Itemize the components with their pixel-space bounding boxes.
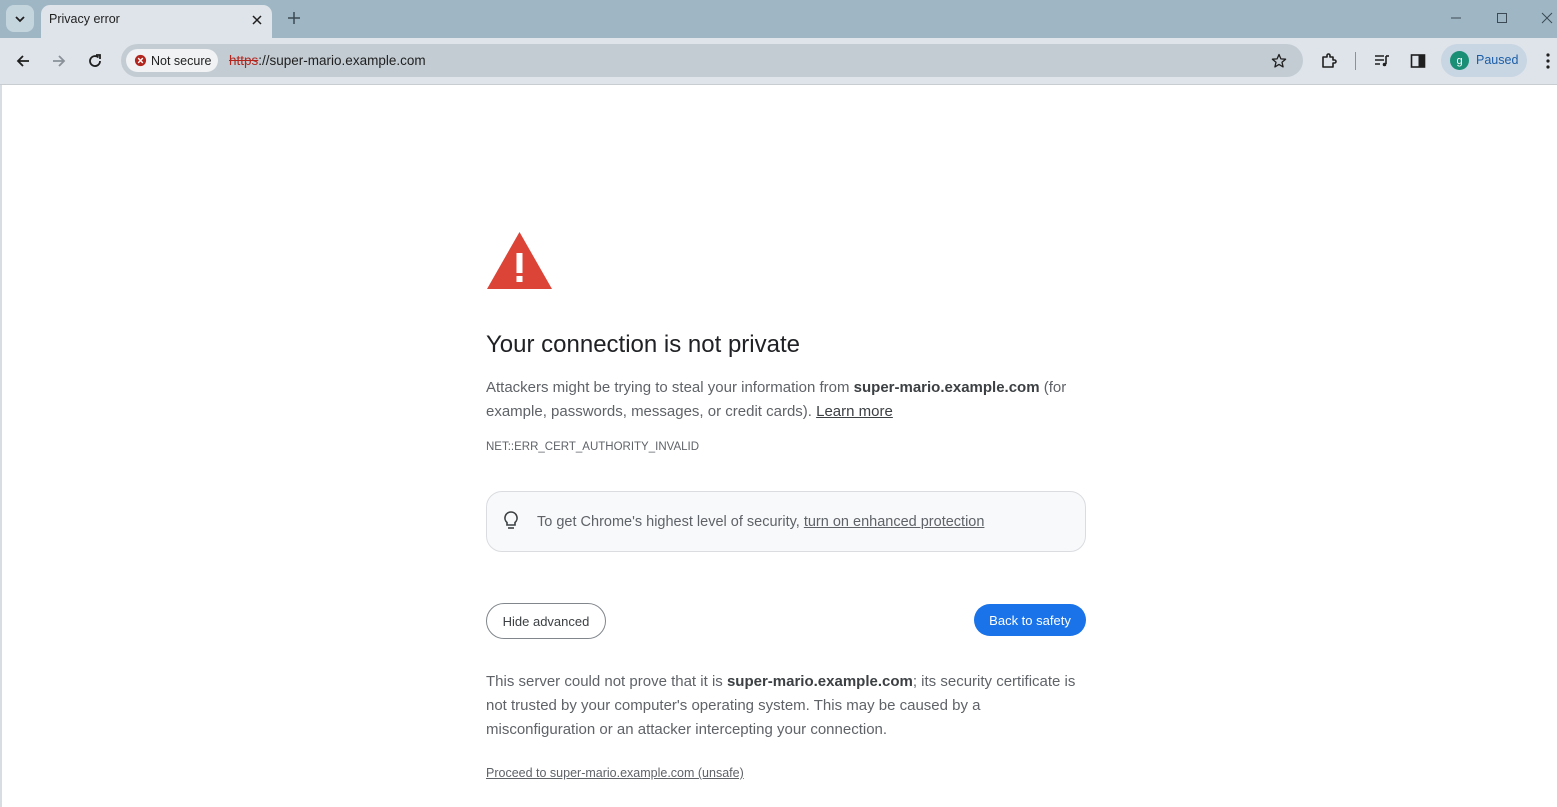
maximize-button[interactable] — [1487, 6, 1517, 30]
enhanced-protection-link[interactable]: turn on enhanced protection — [804, 514, 985, 530]
minimize-icon — [1451, 17, 1461, 19]
window-edge — [0, 85, 2, 807]
avatar: g — [1450, 51, 1469, 70]
arrow-left-icon — [16, 55, 29, 67]
arrow-right-icon — [53, 55, 66, 67]
queue-music-icon — [1375, 55, 1389, 67]
puzzle-icon — [1322, 53, 1337, 68]
details-text: This server could not prove that it is — [486, 673, 727, 690]
browser-menu-button[interactable] — [1538, 50, 1557, 72]
profile-button[interactable]: g Paused — [1441, 44, 1527, 77]
url-host: ://super-mario.example.com — [258, 53, 426, 68]
lightbulb-icon — [504, 511, 518, 529]
tip-text-body: To get Chrome's highest level of securit… — [537, 514, 804, 530]
maximize-icon — [1497, 13, 1507, 23]
side-panel-button[interactable] — [1407, 50, 1429, 72]
minimize-button[interactable] — [1441, 6, 1471, 30]
media-controls-button[interactable] — [1371, 50, 1393, 72]
enhanced-protection-tip: To get Chrome's highest level of securit… — [486, 491, 1086, 552]
tip-text: To get Chrome's highest level of securit… — [537, 514, 984, 530]
intro-paragraph: Attackers might be trying to steal your … — [486, 376, 1086, 424]
hide-advanced-button[interactable]: Hide advanced — [486, 603, 606, 639]
tab-title: Privacy error — [49, 12, 120, 26]
url-scheme: https — [229, 53, 259, 68]
address-bar[interactable]: Not secure https://super-mario.example.c… — [121, 44, 1303, 77]
warning-triangle-icon — [487, 232, 552, 289]
back-to-safety-button[interactable]: Back to safety — [974, 604, 1086, 636]
window-close-button[interactable] — [1532, 6, 1557, 30]
reload-icon — [89, 54, 101, 67]
plus-icon — [288, 12, 300, 24]
toolbar-separator — [1355, 52, 1356, 70]
tab-strip: Privacy error — [0, 0, 1557, 38]
tab-search-button[interactable] — [6, 5, 34, 32]
url-text[interactable]: https://super-mario.example.com — [229, 53, 426, 68]
intro-domain: super-mario.example.com — [853, 379, 1040, 396]
error-circle-icon — [134, 54, 147, 67]
bookmark-button[interactable] — [1269, 51, 1289, 71]
back-button[interactable] — [10, 48, 36, 74]
extensions-button[interactable] — [1318, 50, 1340, 72]
learn-more-link[interactable]: Learn more — [816, 403, 893, 420]
details-domain: super-mario.example.com — [726, 673, 913, 690]
side-panel-icon — [1410, 54, 1426, 68]
window-close-icon — [1541, 12, 1553, 24]
more-vert-icon — [1546, 53, 1550, 69]
details-paragraph: This server could not prove that it is s… — [486, 670, 1086, 742]
security-chip[interactable]: Not secure — [126, 49, 218, 72]
page-title: Your connection is not private — [486, 331, 800, 358]
intro-text: Attackers might be trying to steal your … — [486, 379, 854, 396]
browser-toolbar: Not secure https://super-mario.example.c… — [0, 38, 1557, 85]
proceed-unsafe-link[interactable]: Proceed to super-mario.example.com (unsa… — [486, 766, 744, 780]
security-chip-label: Not secure — [151, 53, 212, 68]
chevron-down-icon — [15, 15, 25, 22]
star-icon — [1271, 53, 1287, 68]
reload-button[interactable] — [82, 48, 108, 74]
close-icon — [252, 15, 262, 25]
tab-privacy-error[interactable]: Privacy error — [41, 5, 272, 38]
tab-close-button[interactable] — [248, 11, 266, 29]
new-tab-button[interactable] — [283, 7, 305, 29]
error-code: NET::ERR_CERT_AUTHORITY_INVALID — [486, 441, 700, 453]
forward-button[interactable] — [46, 48, 72, 74]
profile-status-label: Paused — [1476, 53, 1519, 67]
